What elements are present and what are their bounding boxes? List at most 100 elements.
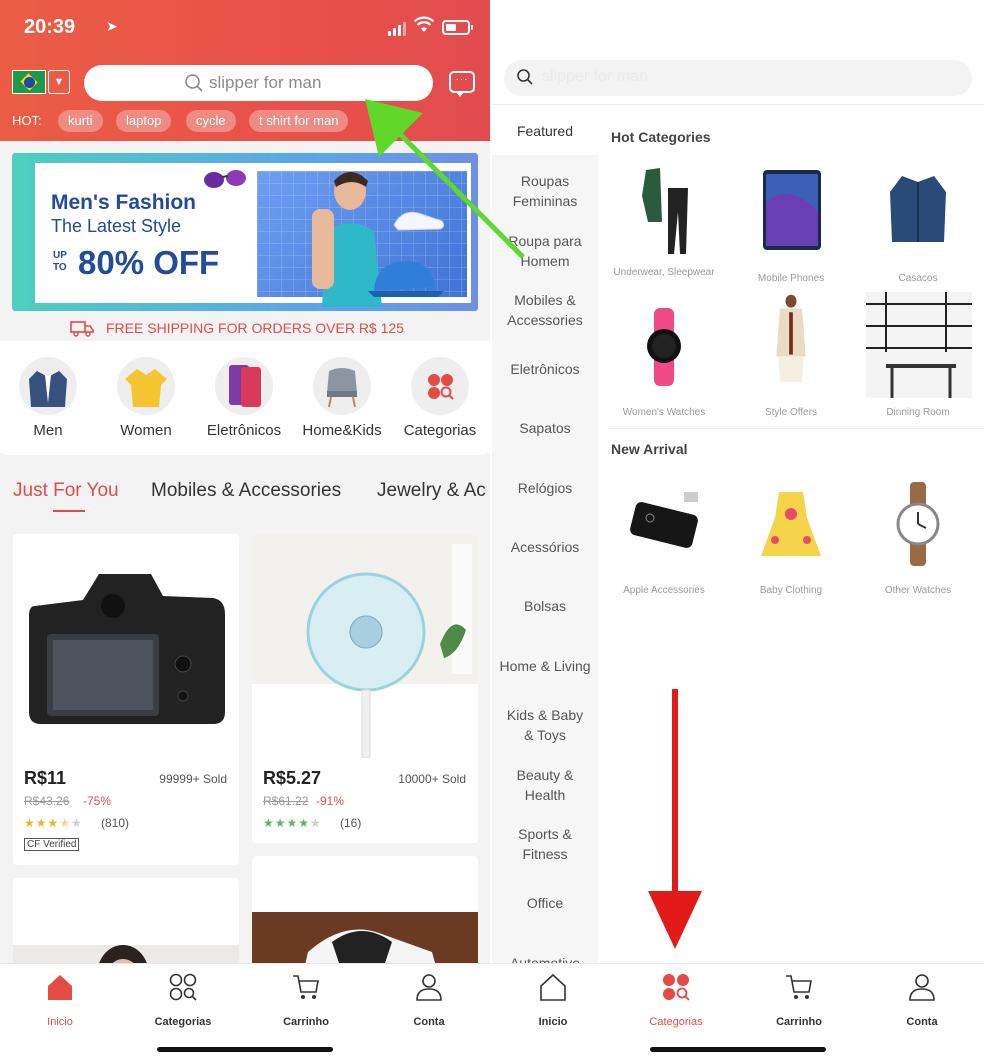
category-sidebar: Featured Roupas Femininas Roupa para Hom…: [492, 105, 598, 971]
hot-chip[interactable]: t shirt for man: [249, 110, 349, 132]
new-arrival-item[interactable]: Apple Accessories: [602, 478, 726, 602]
review-count: (810): [101, 816, 130, 830]
product-price: R$11: [24, 768, 67, 788]
product-card[interactable]: R$11 99999+ Sold R$43.26 -75% ★★★★★ (810…: [13, 534, 239, 865]
review-count: (16): [340, 816, 362, 830]
new-arrival-label: Baby Clothing: [759, 585, 823, 596]
sidebar-item[interactable]: Mobiles & Accessories: [492, 290, 598, 330]
mobile-phone-image: [763, 170, 821, 250]
hot-category-item[interactable]: Style Offers: [729, 292, 853, 420]
category-shortcuts: Men Women Eletrônicos Home&Kids Categori…: [0, 355, 490, 453]
header: 20:39 ➤ ▼ slipper for man ··· HOT: kurti: [0, 0, 490, 141]
promo-banner[interactable]: Men's Fashion The Latest Style UP TO 80%…: [12, 153, 478, 311]
sidebar-item[interactable]: Home & Living: [492, 656, 598, 676]
hot-category-item[interactable]: Mobile Phones: [729, 162, 853, 292]
account-icon: [909, 974, 935, 1001]
product-card[interactable]: R$5.27 10000+ Sold R$61.22 -91% ★★★★★ (1…: [252, 534, 478, 843]
nav-label: Conta: [413, 1016, 445, 1028]
hot-category-item[interactable]: Casacos: [856, 162, 980, 292]
sidebar-item[interactable]: Bolsas: [492, 596, 598, 616]
category-label: Home&Kids: [302, 422, 382, 439]
category-men[interactable]: Men: [3, 355, 93, 453]
product-price: R$5.27: [263, 768, 322, 788]
product-sold: 99999+ Sold: [159, 772, 227, 786]
product-old-price: R$43.26: [24, 794, 70, 808]
hot-category-label: Style Offers: [764, 407, 818, 418]
sidebar-item-featured[interactable]: Featured: [492, 105, 598, 155]
brazil-flag-icon[interactable]: [12, 70, 46, 94]
category-women[interactable]: Women: [101, 355, 191, 453]
sidebar-item[interactable]: Sports & Fitness: [492, 824, 598, 864]
style-offer-image: [776, 294, 806, 383]
hot-category-label: Casacos: [898, 273, 938, 284]
category-eletronicos[interactable]: Eletrônicos: [199, 355, 289, 453]
truck-icon: [70, 321, 94, 337]
camera-image: [13, 534, 239, 758]
product-card[interactable]: [13, 878, 239, 968]
nav-label: Conta: [906, 1016, 938, 1028]
hot-category-label: Underwear, Sleepwear: [613, 267, 715, 278]
wifi-icon: [413, 16, 435, 39]
wristwatch-image: [896, 482, 940, 566]
sidebar-item[interactable]: Beauty & Health: [492, 765, 598, 805]
nav-label: Categorias: [649, 1016, 703, 1028]
sidebar-item[interactable]: Acessórios: [492, 537, 598, 557]
banner-upto: UP TO: [53, 250, 67, 273]
nav-label: Inicio: [538, 1016, 568, 1028]
search-icon: [185, 74, 203, 92]
search-input[interactable]: slipper for man: [504, 60, 972, 96]
hot-category-item[interactable]: Underwear, Sleepwear: [602, 162, 726, 292]
tab-mobiles-accessories[interactable]: Mobiles & Accessories: [151, 480, 341, 502]
blouse-icon: [117, 357, 175, 415]
hot-chip[interactable]: kurti: [58, 110, 103, 132]
category-home-kids[interactable]: Home&Kids: [297, 355, 387, 453]
sidebar-item[interactable]: Sapatos: [492, 418, 598, 438]
hot-category-item[interactable]: Women's Watches: [602, 300, 726, 420]
product-photo-woman: [13, 945, 239, 968]
sidebar-item[interactable]: Relógios: [492, 478, 598, 498]
baby-dress-image: [761, 492, 821, 556]
cart-icon: [786, 975, 812, 999]
category-categorias[interactable]: Categorias: [395, 355, 485, 453]
tab-jewelry[interactable]: Jewelry & Ac: [377, 480, 486, 502]
sidebar-item[interactable]: Roupas Femininas: [492, 171, 598, 211]
hot-searches: HOT: kurti laptop cycle t shirt for man: [12, 110, 482, 132]
cap-icon: [368, 261, 444, 297]
sidebar-item[interactable]: Eletrônicos: [492, 359, 598, 379]
watch-image: [647, 308, 681, 386]
country-dropdown-icon[interactable]: ▼: [48, 70, 70, 94]
hot-category-label: Dinning Room: [886, 407, 950, 418]
category-label: Eletrônicos: [206, 422, 282, 439]
signal-icon: [388, 20, 408, 36]
dining-room-image: [866, 292, 972, 398]
sidebar-item[interactable]: Kids & Baby & Toys: [492, 705, 598, 745]
sidebar-item[interactable]: Roupa para Homem: [492, 231, 598, 271]
category-label: Men: [33, 422, 63, 439]
product-card[interactable]: [252, 856, 478, 968]
category-label: Categorias: [403, 422, 477, 439]
home-icon: [540, 973, 566, 1001]
rating-stars: ★★★★★: [24, 816, 83, 830]
cf-verified-badge: CF Verified: [24, 838, 80, 851]
home-indicator: [157, 1047, 333, 1052]
hot-category-label: Women's Watches: [622, 407, 706, 418]
hot-chip[interactable]: laptop: [116, 110, 172, 132]
home-icon: [48, 975, 72, 1000]
hot-category-item[interactable]: Dinning Room: [856, 292, 980, 420]
search-icon: [517, 69, 533, 85]
tab-just-for-you[interactable]: Just For You: [13, 480, 119, 502]
nav-label: Inicio: [47, 1016, 73, 1028]
screenshot: 20:39 ➤ ▼ slipper for man ··· HOT: kurti: [0, 0, 984, 1063]
new-arrival-item[interactable]: Other Watches: [856, 478, 980, 602]
new-arrival-item[interactable]: Baby Clothing: [729, 478, 853, 602]
message-icon[interactable]: ···: [449, 71, 475, 97]
categories-screen: slipper for man Featured Roupas Feminina…: [492, 0, 984, 1063]
jacket-image: [890, 176, 946, 242]
search-input[interactable]: slipper for man: [84, 65, 433, 101]
new-arrival-title: New Arrival: [611, 441, 688, 457]
sidebar-item[interactable]: Office: [492, 893, 598, 913]
banner-title: Men's Fashion: [51, 191, 197, 214]
hot-chip[interactable]: cycle: [186, 110, 236, 132]
search-placeholder: slipper for man: [209, 73, 322, 92]
hot-label: HOT:: [12, 113, 42, 128]
